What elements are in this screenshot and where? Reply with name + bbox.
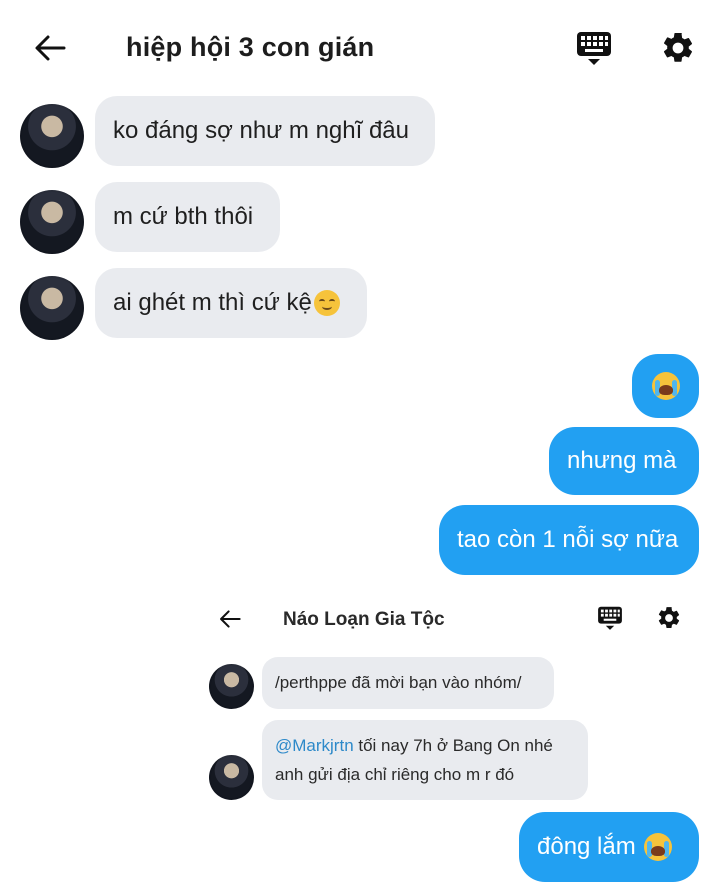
crying-face-emoji (651, 372, 680, 400)
back-arrow-icon (35, 35, 66, 61)
keyboard-icon (598, 606, 622, 630)
outgoing-message: tao còn 1 nỗi sợ nữa (439, 505, 699, 575)
incoming-message: ai ghét m thì cứ kệ (95, 268, 367, 338)
incoming-message: @Markjrtn tối nay 7h ở Bang On nhé anh g… (262, 720, 588, 800)
embedded-settings-button[interactable] (654, 603, 684, 633)
avatar[interactable] (20, 190, 84, 254)
embedded-chat-title: Náo Loạn Gia Tộc (283, 609, 445, 630)
outgoing-message: đông lắm (519, 812, 699, 882)
message-text: m cứ bth thôi (113, 203, 254, 230)
keyboard-icon (577, 32, 611, 65)
message-text: ko đáng sợ như m nghĩ đâu (113, 117, 409, 144)
relieved-face-emoji (313, 290, 340, 316)
avatar[interactable] (209, 755, 254, 800)
outgoing-message (632, 354, 699, 418)
incoming-message: ko đáng sợ như m nghĩ đâu (95, 96, 435, 166)
gear-icon (663, 32, 693, 62)
embedded-keyboard-button[interactable] (594, 602, 626, 634)
avatar[interactable] (20, 104, 84, 168)
message-line: anh gửi địa chỉ riêng cho m r đó (275, 765, 515, 784)
system-message: /perthppe đã mời bạn vào nhóm/ (262, 657, 554, 709)
message-text: đông lắm (537, 833, 636, 860)
crying-face-emoji (643, 833, 672, 861)
incoming-message: m cứ bth thôi (95, 182, 280, 252)
mention-link[interactable]: @Markjrtn (275, 736, 354, 755)
message-text: ai ghét m thì cứ kệ (113, 289, 312, 316)
message-line: @Markjrtn tối nay 7h ở Bang On nhé (275, 731, 575, 760)
back-arrow-icon (220, 610, 241, 628)
embedded-back-button[interactable] (214, 604, 246, 634)
avatar[interactable] (209, 664, 254, 709)
settings-button[interactable] (656, 26, 700, 70)
outgoing-message: nhưng mà (549, 427, 699, 495)
gear-icon (658, 607, 680, 628)
message-text: tối nay 7h ở Bang On nhé (353, 736, 553, 755)
avatar[interactable] (20, 276, 84, 340)
message-text: /perthppe đã mời bạn vào nhóm/ (275, 673, 522, 692)
chat-title: hiệp hội 3 con gián (126, 32, 375, 62)
back-button[interactable] (28, 28, 72, 68)
keyboard-button[interactable] (572, 26, 616, 70)
message-text: tao còn 1 nỗi sợ nữa (457, 526, 679, 553)
message-text: nhưng mà (567, 447, 677, 474)
